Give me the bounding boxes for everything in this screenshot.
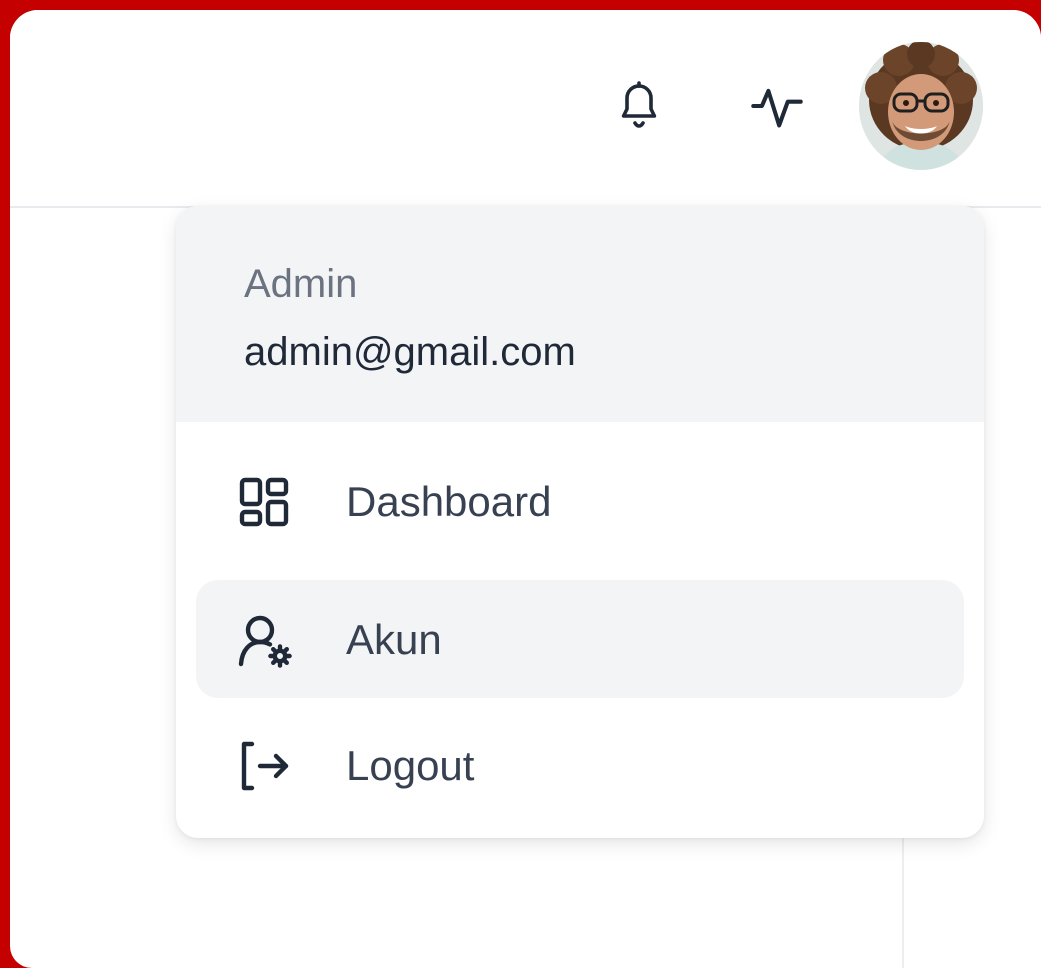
avatar[interactable] xyxy=(859,42,983,170)
top-navbar xyxy=(10,10,1041,208)
user-dropdown-menu: Admin admin@gmail.com Dashboard Akun Log… xyxy=(176,206,984,838)
menu-item-label: Akun xyxy=(346,616,442,663)
bell-icon xyxy=(621,81,657,128)
activity-icon xyxy=(751,88,803,128)
user-email: admin@gmail.com xyxy=(244,330,576,374)
menu-item-dashboard[interactable]: Dashboard xyxy=(196,442,964,560)
user-info-header: Admin admin@gmail.com xyxy=(176,206,984,422)
logout-icon xyxy=(241,741,289,791)
menu-item-logout[interactable]: Logout xyxy=(196,706,964,824)
user-name: Admin xyxy=(244,262,358,306)
user-settings-icon xyxy=(238,615,292,668)
user-avatar xyxy=(859,42,983,170)
menu-item-akun[interactable]: Akun xyxy=(196,580,964,698)
activity-button[interactable] xyxy=(745,74,809,138)
menu-item-label: Logout xyxy=(346,742,475,789)
menu-item-label: Dashboard xyxy=(346,478,552,525)
notifications-button[interactable] xyxy=(607,74,671,138)
app-window: Admin admin@gmail.com Dashboard Akun Log… xyxy=(10,10,1041,968)
dashboard-grid-icon xyxy=(239,477,289,527)
